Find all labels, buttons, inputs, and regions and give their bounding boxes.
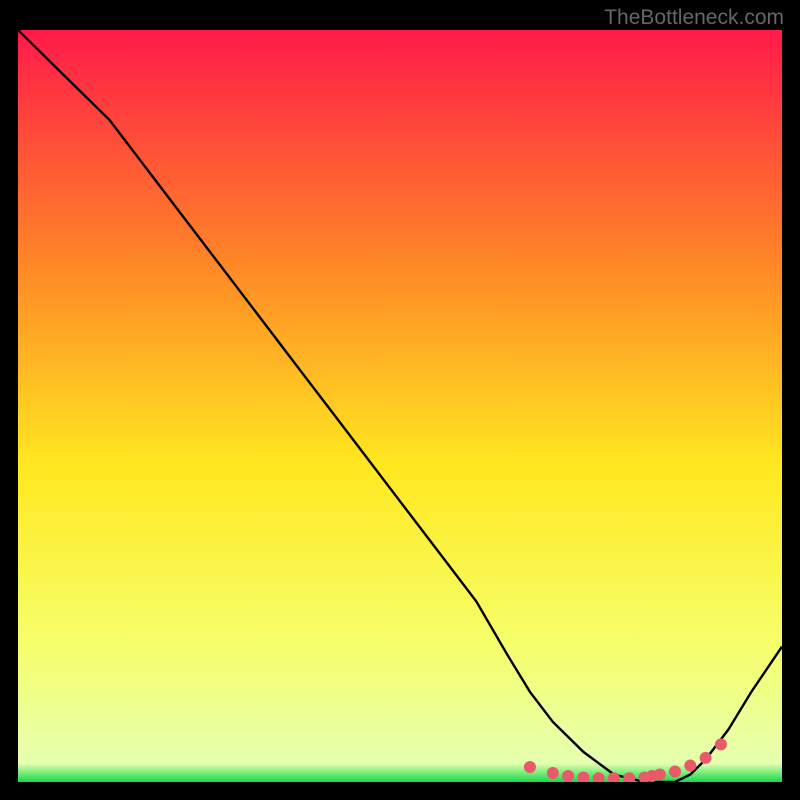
optimal-marker: [562, 770, 574, 782]
chart-svg: [18, 30, 782, 782]
optimal-marker: [524, 761, 536, 773]
optimal-marker: [684, 760, 696, 772]
watermark-text: TheBottleneck.com: [604, 6, 784, 30]
optimal-marker: [715, 738, 727, 750]
optimal-marker: [547, 767, 559, 779]
optimal-marker: [654, 769, 666, 781]
optimal-marker: [669, 766, 681, 778]
gradient-background: [18, 30, 782, 782]
chart-frame: TheBottleneck.com: [0, 0, 800, 800]
optimal-marker: [700, 752, 712, 764]
plot-area: [18, 30, 782, 782]
